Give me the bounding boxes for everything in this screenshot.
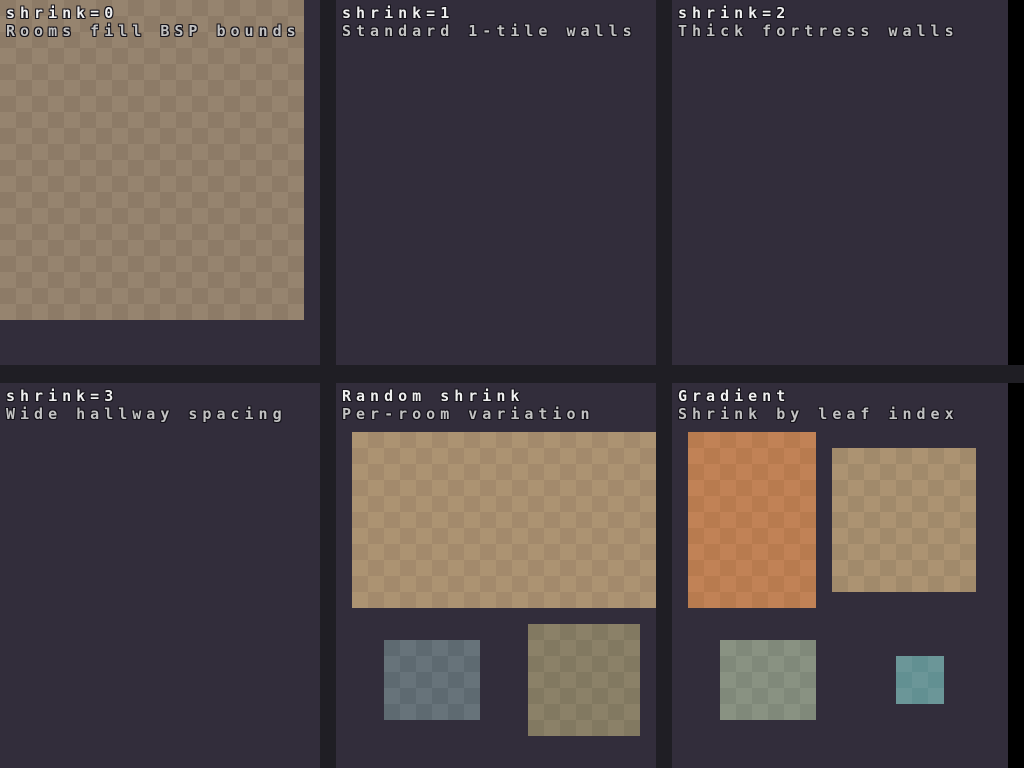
panel-shrink-2: shrink=2 Thick fortress walls (672, 0, 1008, 365)
panel-title: shrink=1 (342, 4, 637, 22)
room-rect (352, 432, 656, 608)
room-rect (384, 640, 480, 720)
panel-header: Random shrink Per-room variation (342, 387, 595, 423)
panel-title: shrink=2 (678, 4, 959, 22)
bsp-shrink-demo-canvas: shrink=0 Rooms fill BSP bounds shrink=1 … (0, 0, 1024, 768)
row-gutter-band (0, 365, 1024, 383)
room-rect (0, 0, 304, 320)
panel-title: Random shrink (342, 387, 595, 405)
panel-title: shrink=3 (6, 387, 287, 405)
panel-title: shrink=0 (6, 4, 301, 22)
panel-shrink-3: shrink=3 Wide hallway spacing (0, 383, 320, 768)
panel-header: shrink=2 Thick fortress walls (678, 4, 959, 40)
panel-subtitle: Shrink by leaf index (678, 405, 959, 423)
rooms-layer (0, 0, 320, 365)
panel-random-shrink: Random shrink Per-room variation (336, 383, 656, 768)
panel-shrink-1: shrink=1 Standard 1-tile walls (336, 0, 656, 365)
room-rect (832, 448, 976, 592)
rooms-layer (336, 383, 656, 768)
panel-header: shrink=3 Wide hallway spacing (6, 387, 287, 423)
panel-header: shrink=0 Rooms fill BSP bounds (6, 4, 301, 40)
panel-subtitle: Wide hallway spacing (6, 405, 287, 423)
panel-subtitle: Standard 1-tile walls (342, 22, 637, 40)
panel-header: shrink=1 Standard 1-tile walls (342, 4, 637, 40)
panel-header: Gradient Shrink by leaf index (678, 387, 959, 423)
panel-subtitle: Thick fortress walls (678, 22, 959, 40)
room-rect (688, 432, 816, 608)
rooms-layer (672, 0, 1008, 365)
room-rect (528, 624, 640, 736)
room-rect (896, 656, 944, 704)
panel-subtitle: Per-room variation (342, 405, 595, 423)
panel-shrink-0: shrink=0 Rooms fill BSP bounds (0, 0, 320, 365)
room-rect (720, 640, 816, 720)
panel-subtitle: Rooms fill BSP bounds (6, 22, 301, 40)
panel-title: Gradient (678, 387, 959, 405)
rooms-layer (0, 383, 320, 768)
rooms-layer (672, 383, 1008, 768)
rooms-layer (336, 0, 656, 365)
panel-gradient: Gradient Shrink by leaf index (672, 383, 1008, 768)
